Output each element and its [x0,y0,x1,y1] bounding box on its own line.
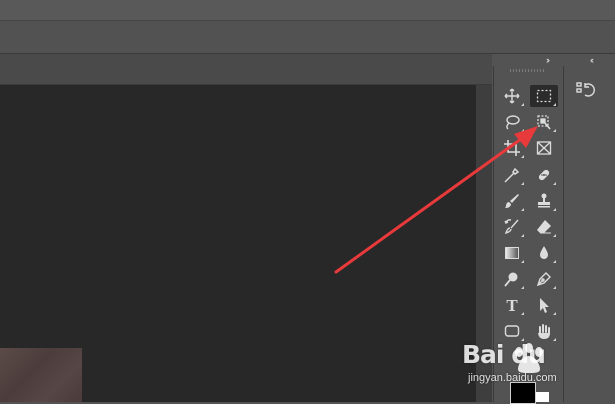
history-brush-tool[interactable] [498,216,526,238]
baidu-paw-icon [515,343,543,373]
hand-tool[interactable] [530,320,558,342]
dodge-tool-icon [504,272,518,287]
pen-tool[interactable] [530,268,558,290]
rectangular-marquee-tool-icon [536,89,552,103]
rectangle-tool[interactable] [498,320,526,342]
gradient-tool-icon [505,247,519,259]
rectangle-tool-icon [504,325,520,337]
blur-tool[interactable] [530,242,558,264]
frame-tool-icon [536,141,552,155]
toolbar-grip[interactable] [510,69,546,72]
crop-tool[interactable] [498,137,526,159]
healing-brush-tool-icon [538,169,550,181]
object-selection-tool-icon [537,115,551,130]
brush-tool[interactable] [498,190,526,212]
clone-stamp-tool-icon [538,193,550,208]
frame-tool[interactable] [530,137,558,159]
eyedropper-tool-icon [504,167,520,183]
type-tool[interactable]: T [498,294,526,316]
healing-brush-tool[interactable] [530,164,558,186]
background-color-swatch[interactable] [536,392,549,402]
crop-tool-icon [504,140,520,156]
gradient-tool[interactable] [498,242,526,264]
path-selection-tool[interactable] [530,294,558,316]
type-tool-icon: T [506,295,518,315]
pen-tool-icon [536,272,551,287]
canvas-image-content [0,348,82,402]
options-bar [0,21,615,54]
lasso-tool[interactable] [498,111,526,133]
collapse-toolbar-toggle[interactable]: ›› [546,55,550,65]
expand-panels-toggle[interactable]: ‹‹ [590,55,594,65]
eyedropper-tool[interactable] [498,164,526,186]
object-selection-tool[interactable] [530,111,558,133]
lasso-tool-icon [506,115,520,130]
move-tool-icon [504,88,520,104]
eraser-tool-icon [537,220,551,234]
history-panel-icon[interactable] [575,80,595,100]
clone-stamp-tool[interactable] [530,190,558,212]
rectangular-marquee-tool[interactable] [530,85,558,107]
move-tool[interactable] [498,85,526,107]
collapsed-panel-dock [565,66,615,402]
eraser-tool[interactable] [530,216,558,238]
path-selection-tool-icon [540,298,549,313]
blur-tool-icon [540,246,548,259]
document-tab-strip [0,54,492,85]
dodge-tool[interactable] [498,268,526,290]
foreground-color-swatch[interactable] [510,382,536,404]
history-brush-tool-icon [504,219,519,235]
menu-bar [0,0,615,21]
hand-tool-icon [538,324,550,339]
brush-tool-icon [505,194,519,208]
